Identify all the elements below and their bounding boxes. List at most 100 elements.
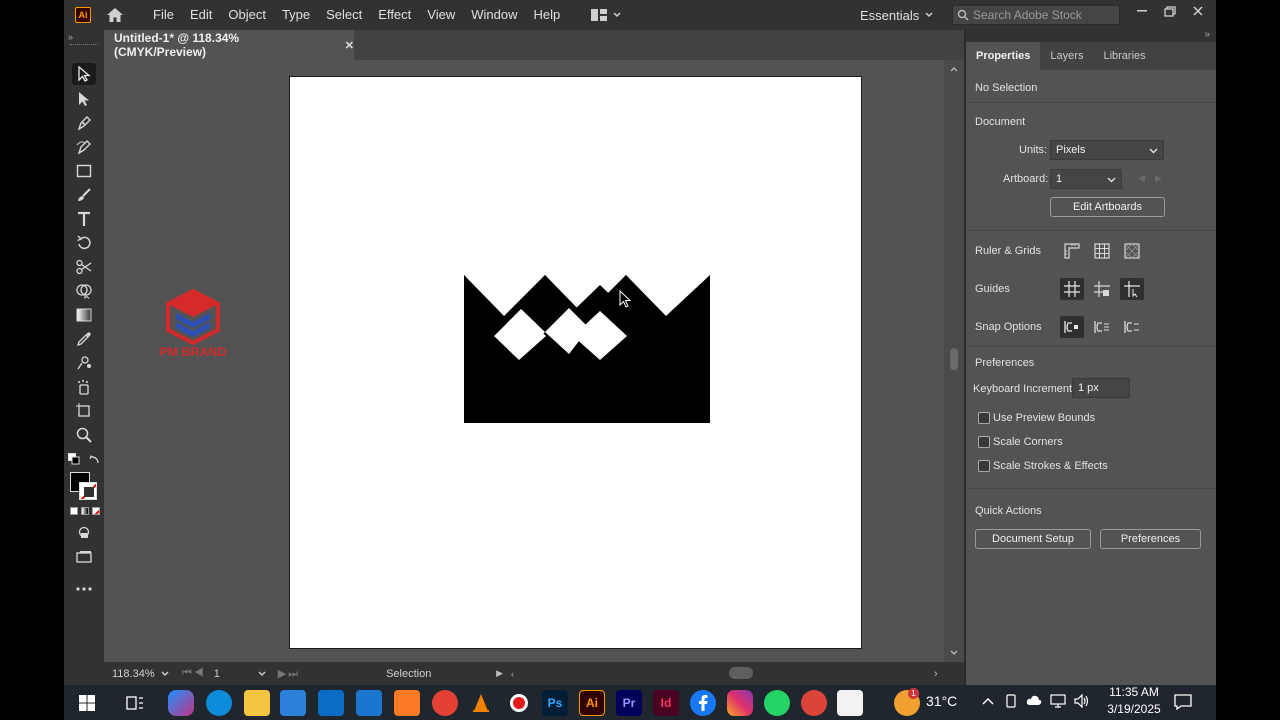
stroke-swatch[interactable] (79, 482, 97, 500)
menu-edit[interactable]: Edit (182, 0, 220, 30)
snap-to-pixel-icon[interactable] (1090, 316, 1114, 338)
artboard-tool-icon[interactable] (72, 400, 96, 422)
pm-brand-logo[interactable]: PM BRAND (150, 288, 236, 361)
edge-browser-icon[interactable] (206, 690, 232, 716)
lock-guides-icon[interactable] (1090, 278, 1114, 300)
direct-selection-tool-icon[interactable] (72, 88, 96, 110)
app-icon[interactable] (837, 690, 863, 716)
xampp-icon[interactable] (394, 690, 420, 716)
status-menu-arrow-icon[interactable]: ▶ (496, 668, 503, 679)
adobe-stock-search[interactable]: Search Adobe Stock (952, 5, 1120, 25)
menu-select[interactable]: Select (318, 0, 370, 30)
collapse-toolbar-icon[interactable]: » (68, 32, 73, 42)
symbol-sprayer-tool-icon[interactable] (72, 376, 96, 398)
microsoft-store-icon[interactable] (280, 690, 306, 716)
menu-effect[interactable]: Effect (370, 0, 419, 30)
gradient-mode-icon[interactable] (81, 507, 89, 515)
scale-corners-checkbox[interactable] (978, 436, 990, 448)
vertical-scrollbar[interactable] (944, 60, 964, 662)
menu-window[interactable]: Window (463, 0, 525, 30)
scroll-left-icon[interactable]: ‹ (511, 669, 514, 679)
preferences-button[interactable]: Preferences (1100, 529, 1201, 549)
scissors-tool-icon[interactable] (72, 256, 96, 278)
photoshop-icon[interactable]: Ps (542, 690, 568, 716)
crown-shape[interactable] (290, 77, 861, 648)
draw-mode-icon[interactable] (72, 522, 96, 544)
copilot-icon[interactable] (168, 690, 194, 716)
chrome-icon[interactable] (432, 690, 458, 716)
indesign-icon[interactable]: Id (653, 690, 679, 716)
blend-tool-icon[interactable] (72, 352, 96, 374)
home-icon[interactable] (105, 6, 125, 24)
task-view-icon[interactable] (122, 690, 148, 716)
restore-button[interactable] (1156, 0, 1184, 22)
use-preview-bounds-checkbox[interactable] (978, 412, 990, 424)
artboard[interactable] (289, 76, 862, 649)
vscode-icon[interactable] (356, 690, 382, 716)
artboard-number-field[interactable]: 1 (214, 668, 266, 680)
scroll-up-icon[interactable] (950, 66, 958, 72)
type-tool-icon[interactable] (72, 208, 96, 230)
curvature-tool-icon[interactable] (72, 136, 96, 158)
horizontal-scroll-thumb[interactable] (729, 667, 753, 679)
workspace-switcher[interactable]: Essentials (860, 0, 933, 30)
gradient-tool-icon[interactable] (72, 304, 96, 326)
transparency-grid-icon[interactable] (1120, 240, 1144, 262)
temperature[interactable]: 31°C (926, 693, 957, 709)
paintbrush-tool-icon[interactable] (72, 184, 96, 206)
keyboard-increment-input[interactable]: 1 px (1072, 378, 1130, 398)
eyedropper-tool-icon[interactable] (72, 328, 96, 350)
vertical-scroll-thumb[interactable] (950, 348, 958, 370)
illustrator-taskbar-icon[interactable]: Ai (579, 690, 605, 716)
record-icon[interactable] (506, 690, 532, 716)
clock-date[interactable]: 3/19/2025 (1100, 702, 1168, 716)
zoom-tool-icon[interactable] (72, 424, 96, 446)
shape-builder-tool-icon[interactable] (72, 280, 96, 302)
file-explorer-icon[interactable] (244, 690, 270, 716)
scale-strokes-checkbox[interactable] (978, 460, 990, 472)
rectangle-tool-icon[interactable] (72, 160, 96, 182)
screen-mode-icon[interactable] (72, 546, 96, 568)
first-prev-artboard-icon[interactable]: ⏮◀ (182, 667, 206, 680)
menu-file[interactable]: File (145, 0, 182, 30)
scroll-down-icon[interactable] (950, 650, 958, 656)
tab-properties[interactable]: Properties (966, 42, 1041, 70)
units-dropdown[interactable]: Pixels (1050, 140, 1164, 160)
artboard-prev-next-icon[interactable]: ◀▶ (1138, 173, 1172, 184)
pen-tool-icon[interactable] (72, 112, 96, 134)
document-setup-button[interactable]: Document Setup (975, 529, 1091, 549)
canvas-area[interactable]: PM BRAND (104, 60, 964, 662)
vlc-icon[interactable] (468, 690, 494, 716)
premiere-icon[interactable]: Pr (616, 690, 642, 716)
rotate-tool-icon[interactable] (72, 232, 96, 254)
tab-layers[interactable]: Layers (1040, 42, 1093, 70)
device-icon[interactable] (1004, 694, 1018, 711)
close-window-button[interactable] (1184, 0, 1212, 22)
facebook-icon[interactable] (690, 690, 716, 716)
swap-colors-icon[interactable] (89, 453, 101, 468)
windows-start-icon[interactable] (74, 690, 100, 716)
zoom-level-field[interactable]: 118.34% (112, 668, 174, 680)
volume-icon[interactable] (1074, 693, 1090, 711)
color-mode-icon[interactable] (70, 507, 78, 515)
instagram-icon[interactable] (727, 690, 753, 716)
onedrive-icon[interactable] (1026, 694, 1042, 709)
chrome-profile-icon[interactable] (801, 690, 827, 716)
clock-time[interactable]: 11:35 AM (1104, 685, 1164, 699)
notifications-icon[interactable] (1174, 693, 1192, 714)
selection-tool-icon[interactable] (72, 63, 96, 85)
default-colors-icon[interactable] (68, 453, 80, 468)
menu-type[interactable]: Type (274, 0, 318, 30)
collapse-panel-icon[interactable]: » (1204, 29, 1210, 40)
ruler-icon[interactable] (1060, 240, 1084, 262)
snap-to-glyph-icon[interactable] (1120, 316, 1144, 338)
next-last-artboard-icon[interactable]: ▶⏭ (278, 667, 300, 681)
toolbar-grip[interactable] (70, 44, 98, 46)
menu-object[interactable]: Object (220, 0, 274, 30)
none-mode-icon[interactable] (92, 507, 100, 515)
network-icon[interactable] (1050, 694, 1066, 711)
artboard-dropdown[interactable]: 1 (1050, 169, 1122, 189)
edit-artboards-button[interactable]: Edit Artboards (1050, 197, 1165, 217)
arrange-documents-button[interactable] (590, 8, 621, 22)
tab-libraries[interactable]: Libraries (1093, 42, 1155, 70)
